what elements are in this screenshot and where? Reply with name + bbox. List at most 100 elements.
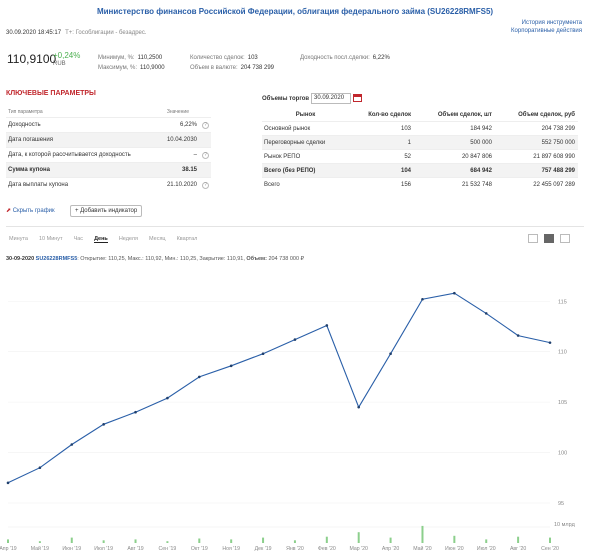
- volume-bar: [230, 539, 233, 543]
- stat-min: Минимум, %: 110,2500: [98, 55, 162, 61]
- timeframe-tabs: Минута 10 Минут Час День Неделя Месяц Кв…: [9, 236, 197, 243]
- col-deals: Кол-во сделок: [368, 112, 411, 118]
- volume-bar: [421, 525, 424, 543]
- x-tick-label: Июн '20: [445, 546, 464, 552]
- add-indicator-button[interactable]: + Добавить индикатор: [70, 205, 143, 217]
- stat-volume: Объем в валюте: 204 738 299: [190, 65, 274, 71]
- price-point: [484, 312, 488, 315]
- price-point: [453, 291, 456, 295]
- price-point: [70, 443, 74, 446]
- volume-bar: [453, 535, 456, 543]
- volume-bar: [102, 540, 105, 543]
- cell-market: Переговорные сделки: [264, 139, 326, 146]
- ohlc-values: : Открытие: 110,25, Макс.: 110,92, Мин.:…: [77, 256, 245, 262]
- stat-min-label: Минимум, %:: [98, 55, 135, 61]
- x-tick-label: Фев '20: [318, 546, 336, 552]
- x-tick-label: Июл '19: [94, 546, 113, 552]
- cell-deals: 103: [400, 125, 411, 132]
- volume-bar: [325, 536, 328, 543]
- volume-bar: [485, 539, 488, 543]
- cell-qty: 684 942: [470, 167, 492, 174]
- x-tick-label: Апр '19: [0, 546, 17, 552]
- tab-month[interactable]: Месяц: [149, 236, 166, 243]
- price-point: [229, 364, 233, 368]
- param-label: Доходность: [8, 122, 41, 128]
- candle-chart-icon[interactable]: [544, 234, 554, 243]
- col-market: Рынок: [295, 112, 316, 118]
- volumes-date-input[interactable]: 30.09.2020: [311, 93, 351, 104]
- cell-deals: 156: [400, 181, 411, 188]
- cell-qty: 184 942: [470, 125, 492, 132]
- param-value: 21.10.2020: [166, 182, 197, 188]
- volume-bar: [70, 537, 73, 543]
- price-point: [389, 352, 392, 356]
- stat-max-value: 110,9000: [140, 65, 165, 71]
- price-point: [38, 466, 42, 469]
- stat-deals: Количество сделок: 103: [190, 55, 258, 61]
- corporate-actions-link[interactable]: Корпоративные действия: [511, 27, 582, 35]
- cell-rub: 22 455 097 289: [533, 181, 575, 188]
- tab-day[interactable]: День: [94, 236, 108, 243]
- hide-graph-link[interactable]: ⬈ Скрыть график: [6, 207, 55, 214]
- volumes-table: Рынок Кол-во сделок Объем сделок, шт Объ…: [262, 109, 578, 191]
- history-link[interactable]: История инструмента: [511, 19, 582, 27]
- param-row-yield: Доходность 6,22% ?: [6, 117, 211, 132]
- ohlc-date: 30-09-2020: [6, 256, 35, 262]
- ohlc-volume-value: 204 738 000 ₽: [268, 256, 305, 262]
- cell-market: Основной рынок: [264, 125, 311, 132]
- tab-week[interactable]: Неделя: [119, 236, 138, 243]
- key-params-title: КЛЮЧЕВЫЕ ПАРАМЕТРЫ: [6, 90, 96, 97]
- price-chart[interactable]: 95 100 105 110 115 10 млрд Апр '19 Май '19 Июн '…: [0, 265, 590, 552]
- x-tick-label: Окт '19: [191, 546, 208, 552]
- datetime-text: 30.09.2020 18:45:17: [6, 30, 62, 36]
- cell-rub: 204 738 299: [541, 125, 575, 132]
- x-tick-label: Май '20: [413, 545, 431, 552]
- param-row-coupon-date: Дата выплаты купона 21.10.2020 ?: [6, 177, 211, 192]
- price-point: [134, 410, 137, 414]
- help-icon[interactable]: ?: [197, 151, 209, 159]
- help-icon[interactable]: ?: [197, 121, 209, 129]
- cell-market: Всего: [264, 181, 280, 188]
- line-chart-icon[interactable]: [528, 234, 538, 243]
- cell-deals: 104: [400, 167, 411, 174]
- param-value: 38.15: [181, 167, 197, 173]
- stat-max-label: Максимум, %:: [98, 65, 138, 71]
- param-label: Дата выплаты купона: [8, 182, 69, 188]
- calendar-icon[interactable]: [353, 94, 362, 102]
- price-point: [166, 396, 169, 400]
- cell-market: Всего (без РЕПО): [264, 167, 316, 174]
- tab-minute[interactable]: Минута: [9, 236, 28, 243]
- help-icon[interactable]: ?: [197, 181, 209, 189]
- volumes-header: Рынок Кол-во сделок Объем сделок, шт Объ…: [262, 109, 578, 121]
- key-params-rows: Доходность 6,22% ? Дата погашения 10.04.…: [6, 117, 211, 192]
- cell-rub: 757 488 299: [541, 167, 575, 174]
- bar-chart-icon[interactable]: [560, 234, 570, 243]
- x-tick-label: Апр '20: [382, 546, 399, 552]
- price-point: [197, 375, 201, 379]
- cell-rub: 552 750 000: [541, 139, 575, 146]
- ohlc-ticker: SU26228RMFS5: [35, 256, 78, 262]
- hide-graph-label: Скрыть график: [12, 208, 55, 214]
- volume-bar: [293, 540, 296, 543]
- volume-bar: [389, 537, 392, 543]
- x-tick-label: Июн '19: [62, 546, 81, 552]
- param-value: 6,22%: [179, 122, 197, 128]
- param-label: Дата, к которой рассчитывается доходност…: [8, 152, 131, 158]
- y-tick-label: 105: [558, 400, 567, 406]
- x-tick-label: Авг '19: [127, 546, 143, 552]
- table-row: Переговорные сделки 1 500 000 552 750 00…: [262, 135, 578, 149]
- stat-min-value: 110,2500: [137, 55, 163, 61]
- tab-10min[interactable]: 10 Минут: [39, 236, 63, 243]
- table-row: Рынок РЕПО 52 20 847 806 21 897 608 990: [262, 149, 578, 163]
- cell-qty: 21 532 748: [461, 181, 492, 188]
- stat-volume-value: 204 738 299: [240, 65, 275, 71]
- param-row-yield-date: Дата, к которой рассчитывается доходност…: [6, 147, 211, 162]
- cell-qty: 20 847 806: [461, 153, 492, 160]
- volume-bar: [549, 537, 551, 543]
- tab-quarter[interactable]: Квартал: [177, 236, 198, 243]
- x-tick-label: Дек '19: [255, 546, 272, 552]
- tab-hour[interactable]: Час: [74, 236, 83, 243]
- param-row-coupon: Сумма купона 38.15: [6, 162, 211, 177]
- ohlc-readout: 30-09-2020 SU26228RMFS5: Открытие: 110,2…: [6, 256, 304, 262]
- cell-market: Рынок РЕПО: [264, 153, 301, 160]
